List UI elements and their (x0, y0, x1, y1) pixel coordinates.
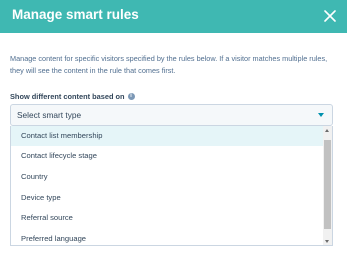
option-contact-lifecycle-stage[interactable]: Contact lifecycle stage (11, 146, 324, 166)
close-button[interactable] (318, 4, 342, 28)
modal-header: Manage smart rules (0, 0, 347, 33)
modal-title: Manage smart rules (12, 7, 139, 22)
close-icon (324, 10, 336, 22)
dropdown-menu: Contact list membership Contact lifecycl… (10, 126, 333, 246)
option-preferred-language[interactable]: Preferred language (11, 229, 324, 245)
field-label-text: Show different content based on (10, 92, 125, 101)
option-contact-list-membership[interactable]: Contact list membership (11, 126, 324, 146)
scroll-down-arrow-icon[interactable] (325, 240, 329, 243)
dropdown-scrollbar[interactable] (323, 126, 332, 245)
select-placeholder: Select smart type (17, 110, 82, 120)
info-icon[interactable]: i (127, 93, 135, 100)
chevron-down-icon (318, 113, 324, 117)
description-text: Manage content for specific visitors spe… (10, 54, 328, 75)
option-device-type[interactable]: Device type (11, 188, 324, 208)
field-label: Show different content based on i (10, 92, 135, 101)
option-country[interactable]: Country (11, 167, 324, 187)
scroll-thumb[interactable] (324, 140, 331, 229)
smart-type-select[interactable]: Select smart type (10, 104, 333, 126)
option-referral-source[interactable]: Referral source (11, 208, 324, 228)
scroll-up-arrow-icon[interactable] (325, 129, 329, 132)
